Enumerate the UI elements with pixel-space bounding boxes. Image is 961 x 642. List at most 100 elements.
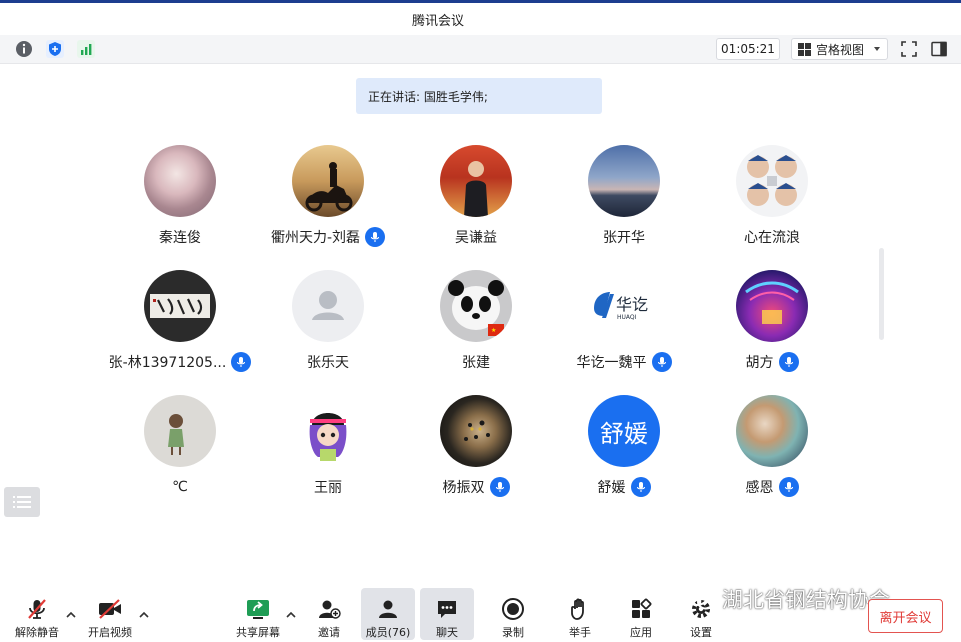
add-user-icon bbox=[316, 596, 342, 621]
participant-avatar bbox=[144, 145, 216, 217]
muted-microphone-icon bbox=[24, 596, 50, 621]
participant-name: 张建 bbox=[462, 355, 490, 371]
default-avatar-icon bbox=[292, 270, 364, 342]
participant-avatar bbox=[736, 270, 808, 342]
sidebar-toggle-icon[interactable] bbox=[929, 39, 949, 59]
members-icon bbox=[375, 596, 401, 621]
participant-name: 秦连俊 bbox=[159, 230, 201, 246]
participant-tile[interactable]: 华讫 HUAQI 华讫一魏平 bbox=[550, 270, 698, 390]
participant-avatar: ★ bbox=[440, 270, 512, 342]
scrollbar[interactable] bbox=[879, 248, 884, 340]
participant-avatar bbox=[736, 145, 808, 217]
participant-tile[interactable]: 张开华 bbox=[550, 145, 698, 265]
participant-name: 张开华 bbox=[603, 230, 645, 246]
participant-tile[interactable]: 张-林13971205... bbox=[106, 270, 254, 390]
participant-tile[interactable]: 胡方 bbox=[698, 270, 846, 390]
participant-tile[interactable]: 衢州天力-刘磊 bbox=[254, 145, 402, 265]
settings-label: 设置 bbox=[690, 626, 712, 639]
participant-avatar bbox=[440, 145, 512, 217]
participant-avatar bbox=[736, 395, 808, 467]
participant-avatar bbox=[144, 270, 216, 342]
members-label: 成员(76) bbox=[365, 626, 411, 639]
chat-icon bbox=[434, 596, 460, 621]
view-mode-label: 宫格视图 bbox=[816, 42, 865, 57]
microphone-icon bbox=[778, 477, 799, 497]
company-logo-avatar: 华讫 HUAQI bbox=[588, 270, 660, 342]
participant-name: 吴谦益 bbox=[455, 230, 497, 246]
svg-text:★: ★ bbox=[491, 327, 496, 334]
share-screen-icon bbox=[245, 596, 271, 621]
members-button[interactable]: 成员(76) bbox=[361, 588, 415, 640]
participant-name: 王丽 bbox=[314, 480, 342, 496]
start-video-button[interactable]: 开启视频 bbox=[82, 588, 138, 640]
chat-button[interactable]: 聊天 bbox=[420, 588, 474, 640]
list-toggle-handle[interactable] bbox=[4, 487, 40, 517]
participant-avatar bbox=[144, 395, 216, 467]
fullscreen-icon[interactable] bbox=[899, 39, 919, 59]
apps-icon bbox=[628, 596, 654, 621]
shield-icon[interactable] bbox=[45, 39, 65, 59]
title-bar: 腾讯会议 bbox=[0, 3, 961, 35]
participant-name: 感恩 bbox=[745, 480, 774, 496]
chevron-up-icon[interactable] bbox=[139, 610, 149, 620]
participant-tile[interactable]: 杨振双 bbox=[402, 395, 550, 515]
raise-hand-button[interactable]: 举手 bbox=[552, 588, 608, 640]
meeting-timer: 01:05:21 bbox=[716, 38, 780, 60]
microphone-icon bbox=[489, 477, 510, 497]
grid-view-icon bbox=[798, 42, 811, 56]
participant-avatar bbox=[588, 145, 660, 217]
chevron-up-icon[interactable] bbox=[286, 610, 296, 620]
participant-name: 杨振双 bbox=[442, 480, 485, 496]
participant-name: 华讫一魏平 bbox=[576, 355, 647, 371]
record-icon bbox=[500, 596, 526, 621]
share-screen-label: 共享屏幕 bbox=[236, 626, 280, 639]
participant-avatar bbox=[440, 395, 512, 467]
unmute-button[interactable]: 解除静音 bbox=[9, 588, 65, 640]
participant-tile[interactable]: 舒媛 舒媛 bbox=[550, 395, 698, 515]
participant-name: 舒媛 bbox=[597, 480, 626, 496]
participant-tile[interactable]: 王丽 bbox=[254, 395, 402, 515]
participant-avatar bbox=[292, 395, 364, 467]
microphone-icon bbox=[630, 477, 651, 497]
microphone-icon bbox=[651, 352, 672, 372]
participant-tile[interactable]: ℃ bbox=[106, 395, 254, 515]
participant-name: ℃ bbox=[172, 479, 188, 495]
logo-text-en: HUAQI bbox=[617, 314, 637, 321]
participant-tile[interactable]: 张乐天 bbox=[254, 270, 402, 390]
leave-meeting-button[interactable]: 离开会议 bbox=[868, 599, 943, 633]
record-label: 录制 bbox=[502, 626, 524, 639]
meeting-toolbar: 01:05:21 宫格视图 bbox=[0, 35, 961, 64]
view-mode-dropdown[interactable]: 宫格视图 bbox=[791, 38, 888, 60]
apps-button[interactable]: 应用 bbox=[613, 588, 669, 640]
signal-bars-icon[interactable] bbox=[76, 39, 96, 59]
chat-label: 聊天 bbox=[436, 626, 458, 639]
speaking-indicator: 正在讲话: 国胜毛学伟; bbox=[356, 78, 602, 114]
microphone-icon bbox=[231, 352, 252, 372]
chevron-down-icon bbox=[874, 47, 880, 51]
logo-text-cn: 华讫 bbox=[616, 295, 648, 314]
participant-tile[interactable]: 感恩 bbox=[698, 395, 846, 515]
participant-tile[interactable]: 心在流浪 bbox=[698, 145, 846, 265]
participant-tile[interactable]: ★ 张建 bbox=[402, 270, 550, 390]
participant-name: 张乐天 bbox=[307, 355, 349, 371]
invite-button[interactable]: 邀请 bbox=[301, 588, 357, 640]
watermark-text: 湖北省钢结构协会 bbox=[722, 588, 890, 612]
participant-tile[interactable]: 秦连俊 bbox=[106, 145, 254, 265]
participant-name: 衢州天力-刘磊 bbox=[270, 230, 361, 246]
list-icon bbox=[13, 496, 31, 508]
text-avatar: 舒媛 bbox=[588, 395, 660, 467]
info-icon[interactable] bbox=[14, 39, 34, 59]
raise-hand-label: 举手 bbox=[569, 626, 591, 639]
hand-icon bbox=[567, 596, 593, 621]
chevron-up-icon[interactable] bbox=[66, 610, 76, 620]
share-screen-button[interactable]: 共享屏幕 bbox=[230, 588, 286, 640]
microphone-icon bbox=[365, 227, 386, 247]
record-button[interactable]: 录制 bbox=[485, 588, 541, 640]
window-title: 腾讯会议 bbox=[412, 14, 465, 29]
wechat-icon bbox=[686, 588, 715, 610]
invite-label: 邀请 bbox=[318, 626, 340, 639]
participant-name: 胡方 bbox=[745, 355, 774, 371]
participant-name: 心在流浪 bbox=[744, 230, 800, 246]
participant-tile[interactable]: 吴谦益 bbox=[402, 145, 550, 265]
avatar-initials: 舒媛 bbox=[600, 419, 648, 448]
